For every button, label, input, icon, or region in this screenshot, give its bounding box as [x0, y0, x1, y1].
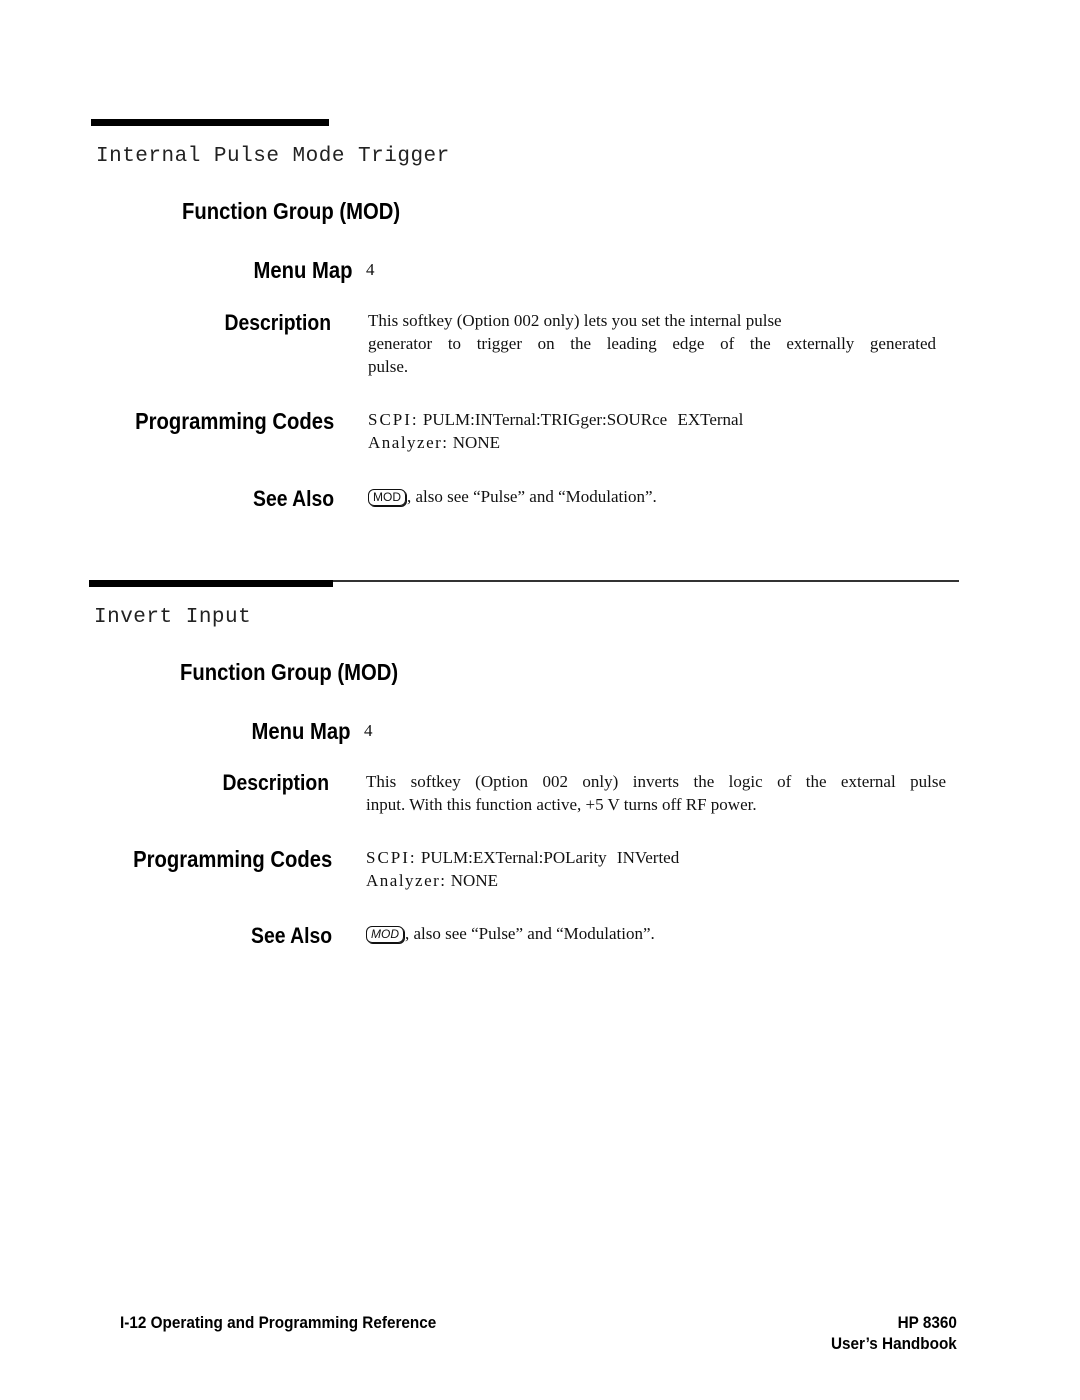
scpi-line: SCPI: PULM:EXTernal:POLarity INVerted: [366, 846, 679, 869]
analyzer-value: NONE: [450, 871, 498, 890]
function-group-label: Function Group (MOD): [180, 659, 399, 685]
programming-codes-label: Programming Codes: [134, 408, 334, 434]
description-label: Description: [224, 310, 331, 335]
scpi-argument: INVerted: [616, 848, 680, 867]
menu-map-value: 4: [364, 721, 373, 740]
see-also-label: See Also: [252, 486, 334, 511]
see-also-label: See Also: [250, 923, 332, 948]
section-divider-thick: [91, 119, 329, 126]
analyzer-prefix: Analyzer:: [366, 871, 447, 890]
analyzer-line: Analyzer: NONE: [368, 431, 500, 454]
section-title: Internal Pulse Mode Trigger: [96, 145, 450, 168]
scpi-line: SCPI: PULM:INTernal:TRIGger:SOURce EXTer…: [368, 408, 743, 431]
scpi-command: PULM:EXTernal:POLarity: [420, 848, 607, 867]
see-also-references: , also see “Pulse” and “Modulation”.: [405, 924, 655, 943]
scpi-argument: EXTernal: [677, 410, 744, 429]
description-line: This softkey (Option 002 only) lets you …: [368, 311, 782, 330]
section-divider-thin: [333, 580, 959, 582]
see-also-text: MOD, also see “Pulse” and “Modulation”.: [366, 922, 655, 945]
analyzer-line: Analyzer: NONE: [366, 869, 498, 892]
footer-product: HP 8360: [897, 1313, 957, 1332]
footer-handbook: User’s Handbook: [831, 1334, 957, 1353]
menu-map-value: 4: [366, 260, 375, 279]
menu-map-label: Menu Map: [253, 257, 352, 283]
scpi-prefix: SCPI:: [368, 410, 419, 429]
see-also-text: MOD, also see “Pulse” and “Modulation”.: [368, 485, 657, 508]
description-text: This softkey (Option 002 only) inverts t…: [366, 770, 946, 816]
function-group-label: Function Group (MOD): [182, 198, 401, 224]
description-line: generator to trigger on the leading edge…: [368, 334, 936, 353]
description-text: This softkey (Option 002 only) lets you …: [368, 309, 936, 378]
section-divider-thick: [89, 580, 333, 587]
description-line: pulse.: [368, 357, 409, 376]
description-line: input. With this function active, +5 V t…: [366, 795, 757, 814]
analyzer-value: NONE: [452, 433, 500, 452]
menu-map-label: Menu Map: [251, 718, 350, 744]
see-also-references: , also see “Pulse” and “Modulation”.: [407, 487, 657, 506]
mod-key-icon: MOD: [366, 926, 404, 943]
footer-page-reference: I-12 Operating and Programming Reference: [120, 1313, 437, 1332]
analyzer-prefix: Analyzer:: [368, 433, 449, 452]
scpi-command: PULM:INTernal:TRIGger:SOURce: [422, 410, 668, 429]
description-label: Description: [222, 770, 329, 795]
mod-key-icon: MOD: [368, 489, 406, 506]
scpi-prefix: SCPI:: [366, 848, 417, 867]
section-title: Invert Input: [94, 606, 252, 629]
description-line: This softkey (Option 002 only) inverts t…: [366, 772, 946, 791]
programming-codes-label: Programming Codes: [132, 846, 332, 872]
